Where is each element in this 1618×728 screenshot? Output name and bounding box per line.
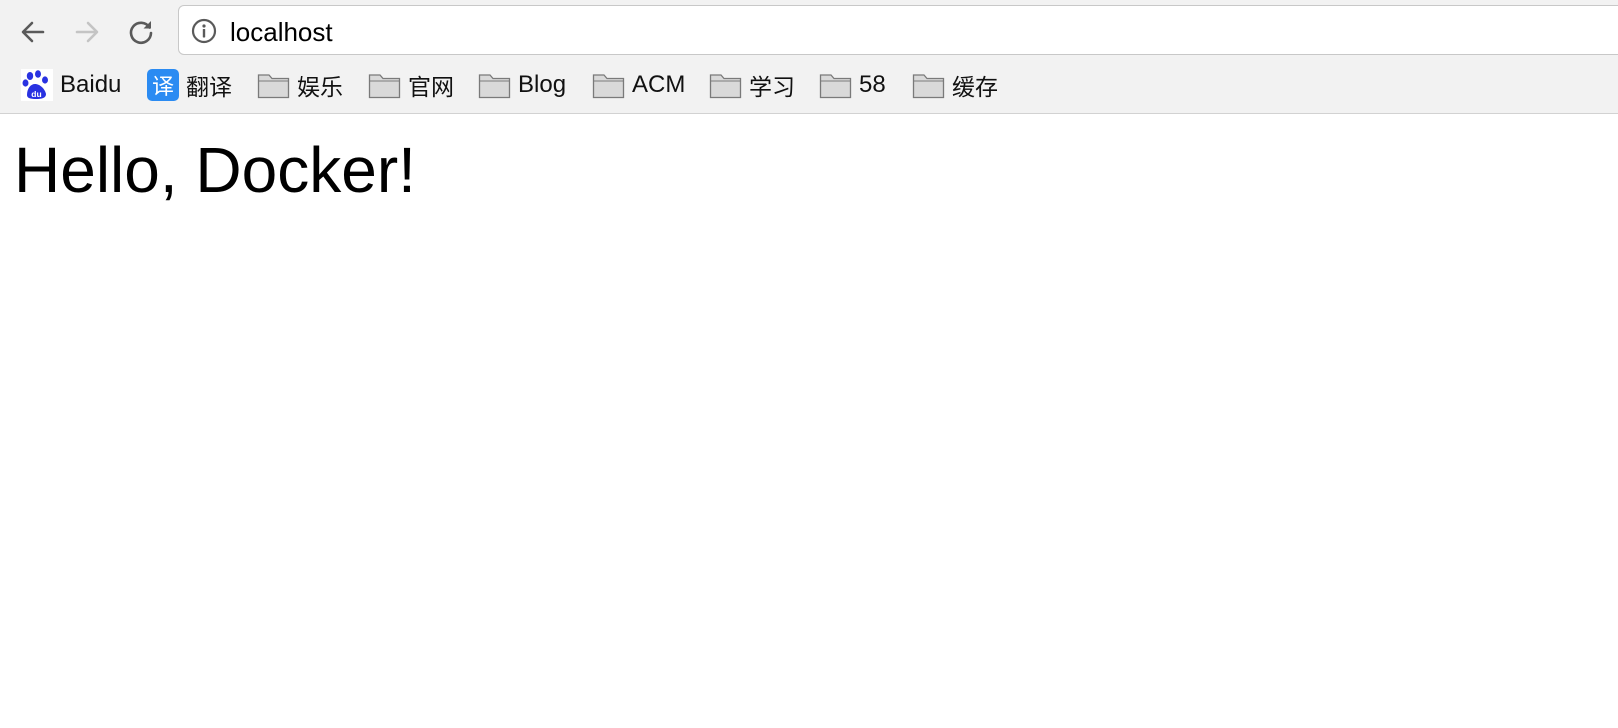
folder-icon (478, 74, 511, 99)
folder-icon (368, 74, 401, 99)
bookmark-baidu[interactable]: du Baidu (21, 64, 121, 106)
back-button[interactable] (13, 12, 53, 52)
bookmark-folder-official[interactable]: 官网 (368, 64, 454, 106)
bookmark-folder-study[interactable]: 学习 (709, 64, 795, 106)
folder-icon (592, 74, 625, 99)
info-icon[interactable] (191, 18, 217, 44)
folder-icon (257, 74, 290, 99)
bookmark-translate[interactable]: 译 翻译 (147, 64, 232, 106)
bookmark-label: Baidu (60, 71, 122, 98)
baidu-paw-icon: du (21, 69, 53, 101)
bookmark-label: 58 (859, 71, 886, 98)
bookmark-label: Blog (518, 71, 567, 98)
forward-button[interactable] (67, 12, 107, 52)
folder-icon (709, 74, 742, 99)
svg-text:du: du (31, 89, 41, 99)
bookmark-label: 娱乐 (297, 75, 343, 101)
address-bar[interactable]: localhost (178, 5, 1618, 55)
bookmark-folder-acm[interactable]: ACM (592, 64, 685, 106)
reload-icon (129, 21, 153, 45)
arrow-right-icon (75, 21, 99, 43)
bookmarks-bar: du Baidu 译 翻译 娱乐 官网 Blog ACM 学习 58 缓存 (0, 64, 1618, 106)
browser-toolbar: localhost du Baidu 译 翻译 娱乐 官网 Blog ACM 学… (0, 0, 1618, 114)
arrow-left-icon (21, 21, 45, 43)
bookmark-label: ACM (632, 71, 686, 98)
bookmark-folder-blog[interactable]: Blog (478, 64, 566, 106)
bookmark-folder-cache[interactable]: 缓存 (912, 64, 998, 106)
bookmark-folder-entertainment[interactable]: 娱乐 (257, 64, 343, 106)
translate-icon: 译 (147, 69, 179, 101)
bookmark-label: 学习 (749, 75, 795, 101)
address-bar-url[interactable]: localhost (230, 17, 333, 47)
bookmark-folder-58[interactable]: 58 (819, 64, 886, 106)
bookmark-label: 缓存 (952, 75, 998, 101)
folder-icon (819, 74, 852, 99)
page-heading: Hello, Docker! (14, 134, 416, 206)
reload-button[interactable] (121, 12, 161, 52)
bookmark-label: 官网 (408, 75, 454, 101)
folder-icon (912, 74, 945, 99)
bookmark-label: 翻译 (186, 75, 232, 101)
